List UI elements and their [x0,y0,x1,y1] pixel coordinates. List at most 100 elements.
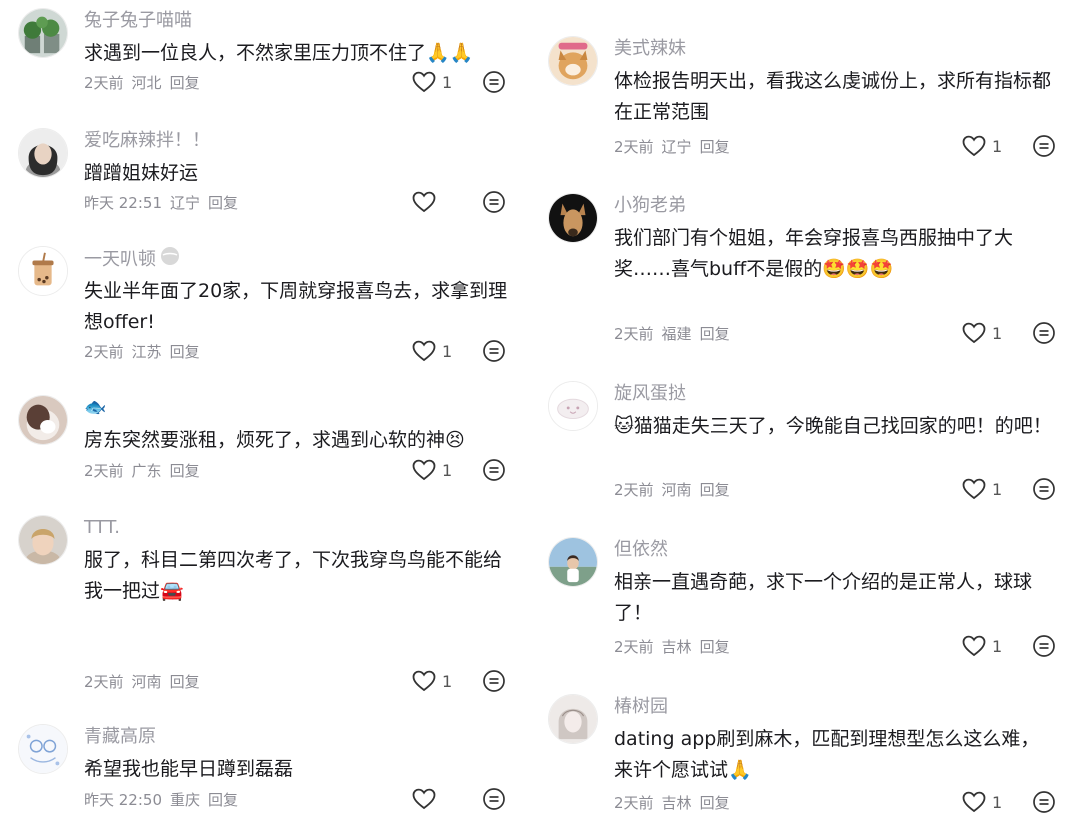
comment-time: 2天前 [614,137,654,156]
comment-text: 房东突然要涨租，烦死了，求遇到心软的神😣 [84,429,465,451]
like-button[interactable]: 1 [962,135,1032,157]
comment-text: 失业半年面了20家，下周就穿报喜鸟去，求拿到理想offer! [84,280,508,333]
comment-more-button[interactable] [482,70,506,94]
comment-more-button[interactable] [1032,790,1056,814]
heart-icon [962,322,986,344]
like-button[interactable] [412,788,482,810]
reply-button[interactable]: 回复 [700,792,730,813]
comment-meta: 2天前 江苏 回复 1 [84,337,518,365]
comment-username[interactable]: TTT. [84,515,518,541]
like-count: 1 [442,72,453,92]
comment-more-button[interactable] [1032,477,1056,501]
comment-time: 2天前 [614,324,654,343]
reply-button[interactable]: 回复 [700,136,730,157]
like-button[interactable]: 1 [412,670,482,692]
heart-icon [962,635,986,657]
comment-more-button[interactable] [482,787,506,811]
comment-text: dating app刷到麻木，匹配到理想型怎么这么难，来许个愿试试🙏 [614,728,1040,781]
comment-more-button[interactable] [482,458,506,482]
like-button[interactable]: 1 [962,635,1032,657]
comment-more-button[interactable] [482,669,506,693]
like-button[interactable]: 1 [962,322,1032,344]
comment-location: 吉林 [661,637,692,656]
comment-username[interactable]: 小狗老弟 [614,193,1068,219]
reply-button[interactable]: 回复 [170,341,200,362]
comment-username[interactable]: 旋风蛋挞 [614,381,1068,407]
comment-more-button[interactable] [1032,134,1056,158]
comment-location: 辽宁 [661,137,692,156]
avatar[interactable] [18,246,68,296]
comment-meta: 2天前 广东 回复 1 [84,456,518,484]
avatar[interactable] [548,537,598,587]
comment-text: 求遇到一位良人，不然家里压力顶不住了🙏🙏 [84,42,474,64]
avatar[interactable] [18,8,68,58]
comment-username[interactable]: 爱吃麻辣拌！！ [84,128,518,154]
comment-more-icon [1033,135,1055,157]
comment-location: 江苏 [131,342,162,361]
comment-meta: 2天前 福建 回复 1 [614,319,1068,347]
comment-text: 体检报告明天出，看我这么虔诚份上，求所有指标都在正常范围 [614,70,1052,123]
like-button[interactable] [412,191,482,213]
comment-username[interactable]: 但依然 [614,537,1068,563]
like-count: 1 [992,792,1003,812]
avatar[interactable] [548,694,598,744]
comment-username[interactable]: 一天叭顿 [84,246,518,272]
like-button[interactable]: 1 [962,791,1032,813]
badge-icon [160,246,180,274]
heart-icon [412,788,436,810]
avatar[interactable] [18,128,68,178]
comment-location: 广东 [131,461,162,480]
comment-text: 希望我也能早日蹲到磊磊 [84,758,294,780]
like-count: 1 [442,671,453,691]
comment-username[interactable]: 椿树园 [614,694,1068,720]
like-button[interactable]: 1 [962,478,1032,500]
reply-button[interactable]: 回复 [700,323,730,344]
comment-more-icon [483,788,505,810]
comment-time: 2天前 [84,672,124,691]
comment-username[interactable]: 兔子兔子喵喵 [84,8,518,34]
comment-location: 重庆 [170,790,201,809]
comment-location: 吉林 [661,793,692,812]
avatar[interactable] [18,724,68,774]
comment-more-button[interactable] [1032,634,1056,658]
comment-text: 我们部门有个姐姐，年会穿报喜鸟西服抽中了大奖……喜气buff不是假的🤩🤩🤩 [614,227,1014,280]
avatar[interactable] [18,395,68,445]
reply-button[interactable]: 回复 [700,479,730,500]
comment-meta: 昨天 22:50 重庆 回复 [84,785,518,813]
comment-more-icon [483,340,505,362]
avatar[interactable] [548,36,598,86]
heart-icon [962,791,986,813]
comment-meta: 昨天 22:51 辽宁 回复 [84,188,518,216]
like-button[interactable]: 1 [412,340,482,362]
comment-username[interactable]: 青藏高原 [84,724,518,750]
reply-button[interactable]: 回复 [208,192,238,213]
heart-icon [412,670,436,692]
heart-icon [412,191,436,213]
reply-button[interactable]: 回复 [170,460,200,481]
reply-button[interactable]: 回复 [700,636,730,657]
like-button[interactable]: 1 [412,459,482,481]
like-count: 1 [992,323,1003,343]
like-count: 1 [992,636,1003,656]
comment-more-button[interactable] [1032,321,1056,345]
reply-button[interactable]: 回复 [170,671,200,692]
comment-time: 2天前 [614,793,654,812]
comment-meta: 2天前 河南 回复 1 [84,667,518,695]
comment-more-icon [483,459,505,481]
comment-username[interactable]: 🐟 [84,395,518,421]
comment-time: 2天前 [84,461,124,480]
heart-icon [412,340,436,362]
comment-more-icon [483,670,505,692]
reply-button[interactable]: 回复 [208,789,238,810]
comment-username[interactable]: 美式辣妹 [614,36,1068,62]
comment-more-icon [1033,322,1055,344]
like-button[interactable]: 1 [412,71,482,93]
like-count: 1 [992,136,1003,156]
comment-time: 昨天 22:50 [84,790,162,809]
avatar[interactable] [548,193,598,243]
reply-button[interactable]: 回复 [170,72,200,93]
comment-more-button[interactable] [482,339,506,363]
avatar[interactable] [548,381,598,431]
avatar[interactable] [18,515,68,565]
comment-more-button[interactable] [482,190,506,214]
